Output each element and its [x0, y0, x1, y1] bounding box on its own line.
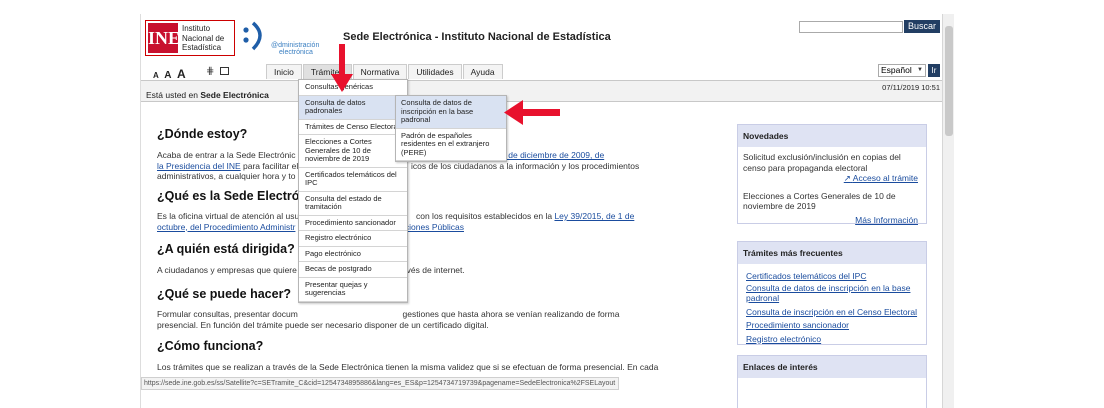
paragraph-que-es: Es la oficina virtual de atención al usu… — [157, 211, 677, 232]
p2-text-a: Es la oficina virtual de atención al usu — [157, 211, 300, 221]
logo-line-1: Instituto — [182, 24, 211, 33]
ley-link[interactable]: Ley 39/2015, de 1 de — [554, 211, 634, 221]
logo-line-3: Estadística — [182, 43, 222, 52]
mas-informacion-link[interactable]: Más Información — [738, 215, 926, 226]
breadcrumb-current: Sede Electrónica — [200, 90, 269, 100]
nav-ayuda[interactable]: Ayuda — [462, 64, 503, 79]
p1-text-d: administrativos, a cualquier hora y to — [157, 171, 296, 181]
menu-item-sancionador[interactable]: Procedimiento sancionador — [299, 216, 407, 231]
ae-line-1: @dministración — [271, 42, 320, 49]
heading-que-hacer: ¿Qué se puede hacer? — [157, 287, 292, 301]
search-button[interactable]: Buscar — [904, 20, 940, 33]
main-nav: Inicio Trámites Normativa Utilidades Ayu… — [266, 64, 504, 79]
annotation-arrow-down-icon — [331, 44, 353, 92]
menu-item-elecciones[interactable]: Elecciones a Cortes Generales de 10 de n… — [299, 135, 407, 168]
tramites-dropdown-menu: Consultas genéricas Consulta de datos pa… — [298, 79, 408, 303]
novedad-1-link[interactable]: ↗ Acceso al trámite — [738, 173, 926, 184]
tramites-frecuentes-box: Trámites más frecuentes Certificados tel… — [737, 241, 927, 345]
annotation-arrow-left-icon — [504, 100, 560, 125]
paragraph-a-quien: A ciudadanos y empresas que quiere vés d… — [157, 265, 677, 276]
heading-a-quien: ¿A quién está dirigida? — [157, 242, 295, 256]
contrast-icon[interactable] — [220, 67, 230, 76]
nav-utilidades[interactable]: Utilidades — [408, 64, 462, 79]
presidencia-link[interactable]: la Presidencia del INE — [157, 161, 241, 171]
p1-text-c: icos de los ciudadanos a la información … — [411, 160, 640, 171]
heading-como-funciona: ¿Cómo funciona? — [157, 339, 264, 353]
breadcrumb-bar: Está usted en Sede Electrónica 07/11/201… — [141, 80, 942, 102]
administracion-electronica-logo-icon — [243, 21, 262, 51]
ley-link-3[interactable]: aciones Públicas — [400, 222, 464, 232]
breadcrumb: Está usted en Sede Electrónica — [146, 90, 269, 100]
ley-link-2[interactable]: octubre, del Procedimiento Administr — [157, 222, 295, 232]
scrollbar-thumb[interactable] — [945, 26, 953, 136]
ine-logo-text: Instituto Nacional de Estadística — [182, 24, 236, 53]
site-title: Sede Electrónica - Instituto Nacional de… — [343, 31, 611, 43]
padronales-submenu: Consulta de datos de inscripción en la b… — [395, 95, 507, 162]
menu-item-censo-electoral[interactable]: Trámites de Censo Electoral — [299, 120, 407, 135]
paragraph-como-funciona: Los trámites que se realizan a través de… — [157, 362, 687, 373]
submenu-item-base-padronal[interactable]: Consulta de datos de inscripción en la b… — [396, 96, 506, 129]
paragraph-que-hacer: Formular consultas, presentar docum gest… — [157, 309, 677, 330]
novedad-1: Solicitud exclusión/inclusión en copias … — [743, 152, 901, 173]
menu-item-registro[interactable]: Registro electrónico — [299, 231, 407, 247]
p1-text-a: Acaba de entrar a la Sede Electrónic — [157, 150, 296, 160]
language-value: Español — [881, 65, 912, 75]
frecuente-link-padron[interactable]: Consulta de datos de inscripción en la b… — [738, 283, 926, 304]
p2-text-b: con los requisitos establecidos en la — [415, 211, 553, 221]
p4-text-a: Formular consultas, presentar docum — [157, 309, 298, 319]
browser-page: INE Instituto Nacional de Estadística @d… — [140, 14, 942, 408]
frecuente-link-sancionador[interactable]: Procedimiento sancionador — [738, 320, 926, 331]
p5-text-a: Los trámites que se realizan a través de… — [157, 362, 659, 372]
frecuente-link-ipc[interactable]: Certificados telemáticos del IPC — [738, 271, 926, 282]
menu-item-datos-padronales[interactable]: Consulta de datos padronales — [299, 95, 407, 120]
menu-item-pago[interactable]: Pago electrónico — [299, 247, 407, 262]
font-small-button[interactable]: A — [153, 71, 159, 80]
heading-que-es: ¿Qué es la Sede Electróni — [157, 189, 311, 203]
nav-inicio[interactable]: Inicio — [266, 64, 302, 79]
vertical-scrollbar[interactable] — [942, 14, 954, 408]
font-large-button[interactable]: A — [177, 67, 186, 81]
menu-item-certificados-ipc[interactable]: Certificados telemáticos del IPC — [299, 168, 407, 192]
current-date: 07/11/2019 10:51 — [882, 83, 940, 92]
p3-text-a: A ciudadanos y empresas que quiere — [157, 265, 297, 275]
novedad-2: Elecciones a Cortes Generales de 10 de n… — [743, 190, 896, 212]
browser-status-bar: https://sede.ine.gob.es/ss/Satellite?c=S… — [141, 377, 619, 390]
menu-item-becas[interactable]: Becas de postgrado — [299, 262, 407, 278]
tramites-frecuentes-title: Trámites más frecuentes — [738, 242, 926, 264]
heading-donde-estoy: ¿Dónde estoy? — [157, 127, 248, 141]
p3-text-b: vés de internet. — [406, 265, 465, 275]
menu-item-estado-tramitacion[interactable]: Consulta del estado de tramitación — [299, 192, 407, 216]
tool-icons: ⋕ — [206, 66, 230, 77]
font-size-controls: A A A — [153, 67, 189, 81]
p1-text-b: para facilitar el — [243, 160, 299, 171]
enlaces-interes-title: Enlaces de interés — [738, 356, 926, 378]
enlaces-interes-box: Enlaces de interés — [737, 355, 927, 408]
novedades-box: Novedades Solicitud exclusión/inclusión … — [737, 124, 927, 226]
search-input[interactable] — [799, 21, 903, 33]
logo-line-2: Nacional de — [182, 33, 225, 43]
breadcrumb-prefix: Está usted en — [146, 90, 198, 100]
frecuente-link-censo[interactable]: Consulta de inscripción en el Censo Elec… — [738, 307, 926, 318]
administracion-electronica-label: @dministración electrónica — [271, 42, 319, 56]
nav-normativa[interactable]: Normativa — [352, 64, 408, 79]
chevron-down-icon: ▼ — [917, 67, 923, 73]
p4-text-b: gestiones que hasta ahora se venían real… — [402, 309, 620, 319]
p4-text-c: presencial. En función del trámite puede… — [157, 319, 489, 330]
submenu-item-pere[interactable]: Padrón de españoles residentes en el ext… — [396, 129, 506, 161]
ae-line-2: electrónica — [279, 49, 313, 56]
menu-item-quejas[interactable]: Presentar quejas y sugerencias — [299, 278, 407, 302]
sitemap-icon[interactable]: ⋕ — [206, 66, 214, 77]
novedades-title: Novedades — [738, 125, 926, 147]
acceso-tramite-link[interactable]: Acceso al trámite — [853, 173, 918, 183]
ine-logo[interactable]: INE Instituto Nacional de Estadística — [145, 20, 235, 56]
menu-item-consultas-genericas[interactable]: Consultas genéricas — [299, 80, 407, 96]
language-go-button[interactable]: Ir — [928, 64, 940, 77]
frecuente-link-registro[interactable]: Registro electrónico — [738, 334, 926, 345]
external-link-icon: ↗ — [843, 173, 851, 183]
ine-logo-mark: INE — [148, 23, 180, 53]
language-select[interactable]: Español ▼ — [878, 64, 926, 77]
